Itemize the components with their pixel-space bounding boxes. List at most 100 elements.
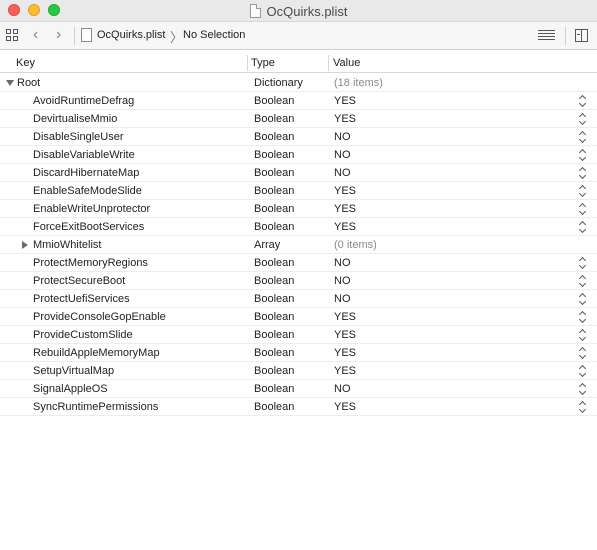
- row-key: RebuildAppleMemoryMap: [33, 347, 160, 359]
- row-value[interactable]: YES: [334, 329, 356, 341]
- table-row[interactable]: DisableVariableWrite Boolean NO: [0, 146, 597, 164]
- table-row[interactable]: AvoidRuntimeDefrag Boolean YES: [0, 92, 597, 110]
- table-row[interactable]: MmioWhitelist Array (0 items): [0, 236, 597, 254]
- value-popup-arrows-icon[interactable]: [578, 220, 588, 234]
- table-row[interactable]: ProvideCustomSlide Boolean YES: [0, 326, 597, 344]
- divider: [74, 27, 75, 45]
- value-popup-arrows-icon[interactable]: [578, 328, 588, 342]
- row-key: Root: [17, 77, 41, 89]
- row-value[interactable]: NO: [334, 167, 351, 179]
- value-popup-arrows-icon[interactable]: [578, 274, 588, 288]
- column-type-header[interactable]: Type: [251, 57, 275, 69]
- table-row[interactable]: ProtectSecureBoot Boolean NO: [0, 272, 597, 290]
- column-divider[interactable]: [247, 55, 248, 71]
- row-value[interactable]: YES: [334, 365, 356, 377]
- row-value[interactable]: YES: [334, 347, 356, 359]
- row-key: EnableSafeModeSlide: [33, 185, 142, 197]
- value-popup-arrows-icon[interactable]: [578, 364, 588, 378]
- value-popup-arrows-icon[interactable]: [578, 130, 588, 144]
- row-key: SetupVirtualMap: [33, 365, 115, 377]
- document-icon: [249, 4, 261, 18]
- row-type: Boolean: [254, 203, 295, 215]
- row-value[interactable]: YES: [334, 203, 356, 215]
- value-popup-arrows-icon[interactable]: [578, 148, 588, 162]
- table-row[interactable]: DiscardHibernateMap Boolean NO: [0, 164, 597, 182]
- value-popup-arrows-icon[interactable]: [578, 400, 588, 414]
- row-type: Boolean: [254, 257, 295, 269]
- value-popup-arrows-icon[interactable]: [578, 166, 588, 180]
- breadcrumb-file[interactable]: OcQuirks.plist: [97, 29, 165, 41]
- row-value[interactable]: NO: [334, 293, 351, 305]
- column-value-header[interactable]: Value: [333, 57, 360, 69]
- row-type: Array: [254, 239, 281, 251]
- row-value[interactable]: YES: [334, 95, 356, 107]
- row-key: AvoidRuntimeDefrag: [33, 95, 135, 107]
- table-row[interactable]: ProvideConsoleGopEnable Boolean YES: [0, 308, 597, 326]
- row-type: Boolean: [254, 365, 295, 377]
- column-divider[interactable]: [328, 55, 329, 71]
- table-row[interactable]: ProtectUefiServices Boolean NO: [0, 290, 597, 308]
- table-row[interactable]: DisableSingleUser Boolean NO: [0, 128, 597, 146]
- divider: [565, 27, 566, 45]
- table-row[interactable]: SetupVirtualMap Boolean YES: [0, 362, 597, 380]
- row-key: EnableWriteUnprotector: [33, 203, 151, 215]
- row-type: Boolean: [254, 95, 295, 107]
- table-row[interactable]: EnableSafeModeSlide Boolean YES: [0, 182, 597, 200]
- value-popup-arrows-icon[interactable]: [578, 346, 588, 360]
- forward-arrow-icon[interactable]: ›: [56, 27, 61, 43]
- row-key: ProtectMemoryRegions: [33, 257, 148, 269]
- value-popup-arrows-icon[interactable]: [578, 292, 588, 306]
- value-popup-arrows-icon[interactable]: [578, 310, 588, 324]
- value-popup-arrows-icon[interactable]: [578, 94, 588, 108]
- row-type: Boolean: [254, 113, 295, 125]
- row-value[interactable]: NO: [334, 131, 351, 143]
- table-row[interactable]: RebuildAppleMemoryMap Boolean YES: [0, 344, 597, 362]
- row-value: (18 items): [334, 77, 383, 89]
- add-editor-icon[interactable]: [575, 29, 588, 42]
- table-row[interactable]: ForceExitBootServices Boolean YES: [0, 218, 597, 236]
- table-row[interactable]: ProtectMemoryRegions Boolean NO: [0, 254, 597, 272]
- row-type: Boolean: [254, 149, 295, 161]
- row-value[interactable]: NO: [334, 257, 351, 269]
- row-type: Boolean: [254, 185, 295, 197]
- table-row[interactable]: SyncRuntimePermissions Boolean YES: [0, 398, 597, 416]
- row-value[interactable]: NO: [334, 275, 351, 287]
- row-type: Boolean: [254, 167, 295, 179]
- table-row[interactable]: EnableWriteUnprotector Boolean YES: [0, 200, 597, 218]
- disclosure-triangle-closed-icon[interactable]: [22, 241, 28, 249]
- row-value[interactable]: YES: [334, 401, 356, 413]
- column-key-header[interactable]: Key: [16, 57, 35, 69]
- row-type: Boolean: [254, 293, 295, 305]
- row-value[interactable]: NO: [334, 149, 351, 161]
- value-popup-arrows-icon[interactable]: [578, 382, 588, 396]
- row-key: ProvideConsoleGopEnable: [33, 311, 166, 323]
- back-arrow-icon[interactable]: ‹: [33, 27, 38, 43]
- row-type: Boolean: [254, 275, 295, 287]
- breadcrumb-selection[interactable]: No Selection: [183, 29, 245, 41]
- row-value[interactable]: YES: [334, 221, 356, 233]
- row-value[interactable]: NO: [334, 383, 351, 395]
- text-view-icon[interactable]: [538, 30, 555, 42]
- row-value[interactable]: YES: [334, 311, 356, 323]
- value-popup-arrows-icon[interactable]: [578, 112, 588, 126]
- row-type: Boolean: [254, 383, 295, 395]
- window-title: OcQuirks.plist: [266, 3, 348, 19]
- row-value[interactable]: YES: [334, 185, 356, 197]
- value-popup-arrows-icon[interactable]: [578, 256, 588, 270]
- title-bar: OcQuirks.plist: [0, 0, 597, 22]
- jump-bar: ‹ › OcQuirks.plist 〉 No Selection: [0, 22, 597, 50]
- row-type: Boolean: [254, 329, 295, 341]
- value-popup-arrows-icon[interactable]: [578, 184, 588, 198]
- root-row[interactable]: Root Dictionary (18 items): [0, 74, 597, 92]
- row-key: MmioWhitelist: [33, 239, 102, 251]
- table-row[interactable]: SignalAppleOS Boolean NO: [0, 380, 597, 398]
- row-key: SignalAppleOS: [33, 383, 108, 395]
- related-items-icon[interactable]: [6, 29, 20, 43]
- disclosure-triangle-open-icon[interactable]: [6, 80, 14, 86]
- row-key: ProvideCustomSlide: [33, 329, 133, 341]
- value-popup-arrows-icon[interactable]: [578, 202, 588, 216]
- row-type: Boolean: [254, 401, 295, 413]
- table-row[interactable]: DevirtualiseMmio Boolean YES: [0, 110, 597, 128]
- row-key: ForceExitBootServices: [33, 221, 145, 233]
- row-value[interactable]: YES: [334, 113, 356, 125]
